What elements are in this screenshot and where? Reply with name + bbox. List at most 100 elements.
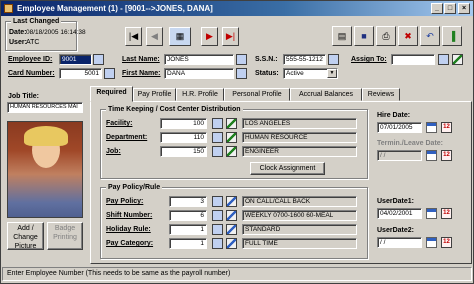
status-value: Active — [286, 70, 304, 77]
facility-lookup-icon[interactable] — [212, 118, 223, 129]
hire-date-today-text: 12 — [443, 124, 450, 130]
shift-number-edit-icon[interactable] — [226, 210, 237, 221]
exit-button[interactable]: ▐ — [442, 26, 462, 46]
tab-accrual-balances[interactable]: Accrual Balances — [290, 88, 362, 101]
ssn-lookup-icon[interactable] — [328, 54, 339, 65]
first-name-label: First Name: — [122, 70, 161, 77]
holiday-rule-edit-icon[interactable] — [226, 224, 237, 235]
userdate1-field[interactable]: 04/02/2001 — [377, 208, 422, 219]
pay-policy-title: Pay Policy/Rule — [106, 183, 163, 192]
date-label: Date: — [9, 29, 27, 36]
hire-date-today-icon[interactable]: 12 — [441, 122, 452, 133]
card-number-field[interactable]: 5001 — [59, 68, 102, 79]
department-lookup-icon[interactable] — [212, 132, 223, 143]
job-code-field[interactable]: 150 — [160, 146, 207, 157]
pay-category-description: FULL TIME — [242, 238, 357, 249]
maximize-button[interactable]: □ — [444, 3, 456, 14]
card-number-lookup-icon[interactable] — [104, 68, 115, 79]
userdate2-field[interactable]: / / — [377, 237, 422, 248]
add-change-picture-button[interactable]: Add / Change Picture — [7, 222, 44, 250]
assign-to-field[interactable] — [391, 54, 435, 65]
employee-lookup-button[interactable]: ▦ — [169, 27, 191, 46]
last-changed-date: 08/18/2005 16:14:38 — [26, 29, 86, 36]
termination-date-field[interactable]: / / — [377, 150, 422, 161]
timekeeping-title: Time Keeping / Cost Center Distribution — [106, 105, 243, 114]
pay-policy-lookup-icon[interactable] — [212, 196, 223, 207]
tab-required[interactable]: Required — [90, 86, 133, 102]
termination-date-calendar-icon[interactable] — [426, 150, 437, 161]
userdate2-calendar-icon[interactable] — [426, 237, 437, 248]
last-name-lookup-icon[interactable] — [236, 54, 247, 65]
department-label: Department: — [106, 134, 148, 141]
pay-category-code-field[interactable]: 1 — [169, 238, 207, 249]
last-name-label: Last Name: — [122, 56, 160, 63]
save-button[interactable]: ■ — [354, 26, 374, 46]
minimize-button[interactable]: _ — [431, 3, 443, 14]
assign-to-edit-icon[interactable] — [452, 54, 463, 65]
department-edit-icon[interactable] — [226, 132, 237, 143]
facility-code-field[interactable]: 100 — [160, 118, 207, 129]
add-change-picture-label: Add / Change Picture — [13, 225, 38, 250]
pay-category-edit-icon[interactable] — [226, 238, 237, 249]
tab-personal-profile[interactable]: Personal Profile — [224, 88, 290, 101]
assign-to-label: Assign To: — [351, 56, 387, 63]
userdate2-today-icon[interactable]: 12 — [441, 237, 452, 248]
termination-date-today-icon[interactable]: 12 — [441, 150, 452, 161]
job-lookup-icon[interactable] — [212, 146, 223, 157]
status-dropdown[interactable]: Active ▼ — [283, 68, 338, 79]
last-name-field[interactable]: JONES — [164, 54, 234, 65]
tab-hr-profile[interactable]: H.R. Profile — [176, 88, 224, 101]
next-record-button[interactable]: ▶ — [201, 27, 218, 46]
termination-date-label: Termin./Leave Date: — [377, 140, 444, 147]
facility-edit-icon[interactable] — [226, 118, 237, 129]
hire-date-calendar-icon[interactable] — [426, 122, 437, 133]
job-edit-icon[interactable] — [226, 146, 237, 157]
userdate1-label: UserDate1: — [377, 198, 414, 205]
job-description: ENGINEER — [242, 146, 357, 157]
pay-category-lookup-icon[interactable] — [212, 238, 223, 249]
last-changed-user: ATC — [26, 39, 40, 46]
clock-assignment-label: Clock Assignment — [259, 165, 316, 172]
employee-lookup-icon: ▦ — [175, 31, 185, 41]
userdate1-today-icon[interactable]: 12 — [441, 208, 452, 219]
notes-button[interactable]: ▤ — [332, 26, 352, 46]
hire-date-field[interactable]: 07/01/2005 — [377, 122, 422, 133]
previous-record-button[interactable]: ◀ — [146, 27, 163, 46]
employee-management-window: Employee Management (1) - [9001-->JONES,… — [0, 0, 474, 284]
pay-policy-description: ON CALL/CALL BACK — [242, 196, 357, 207]
close-button[interactable]: × — [458, 3, 470, 14]
badge-printing-button[interactable]: Badge Printing — [47, 222, 83, 250]
status-label: Status: — [255, 70, 279, 77]
pay-policy-edit-icon[interactable] — [226, 196, 237, 207]
holiday-rule-code-field[interactable]: 1 — [169, 224, 207, 235]
chevron-down-icon[interactable]: ▼ — [327, 69, 337, 78]
pay-policy-code-field[interactable]: 3 — [169, 196, 207, 207]
shift-number-code-field[interactable]: 6 — [169, 210, 207, 221]
department-description: HUMAN RESOURCE — [242, 132, 357, 143]
delete-icon: ✖ — [404, 31, 412, 41]
last-record-button[interactable]: ▶| — [222, 27, 239, 46]
job-title-field[interactable]: HUMAN RESOURCES MAI — [7, 102, 83, 113]
hair-shape — [24, 126, 68, 146]
department-code-field[interactable]: 110 — [160, 132, 207, 143]
first-name-lookup-icon[interactable] — [236, 68, 247, 79]
print-button[interactable]: ⎙ — [376, 26, 396, 46]
window-title: Employee Management (1) - [9001-->JONES,… — [17, 4, 213, 13]
tab-reviews[interactable]: Reviews — [362, 88, 400, 101]
card-number-label: Card Number: — [8, 70, 55, 77]
tab-pay-profile[interactable]: Pay Profile — [133, 88, 176, 101]
holiday-rule-lookup-icon[interactable] — [212, 224, 223, 235]
clock-assignment-button[interactable]: Clock Assignment — [250, 162, 325, 175]
employee-id-field[interactable]: 9001 — [59, 54, 92, 65]
delete-button[interactable]: ✖ — [398, 26, 418, 46]
last-changed-title: Last Changed — [11, 17, 62, 26]
shift-number-lookup-icon[interactable] — [212, 210, 223, 221]
userdate1-calendar-icon[interactable] — [426, 208, 437, 219]
employee-id-lookup-icon[interactable] — [93, 54, 104, 65]
first-record-button[interactable]: |◀ — [125, 27, 142, 46]
first-name-field[interactable]: DANA — [164, 68, 234, 79]
assign-to-lookup-icon[interactable] — [438, 54, 449, 65]
holiday-rule-label: Holiday Rule: — [106, 226, 151, 233]
undo-button[interactable]: ↶ — [420, 26, 440, 46]
ssn-field[interactable]: 555-55-1212 — [283, 54, 326, 65]
